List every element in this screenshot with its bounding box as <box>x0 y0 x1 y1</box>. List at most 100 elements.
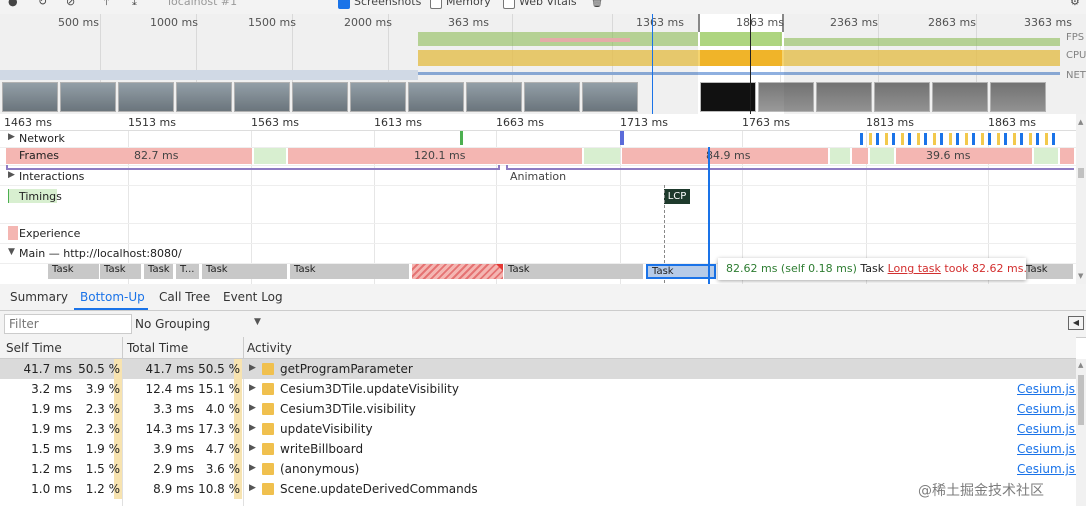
self-time-cell: 1.9 ms <box>31 402 72 416</box>
frames-track[interactable]: ▶ Frames 82.7 ms 120.1 ms 84.9 ms 39.6 m… <box>0 147 1076 166</box>
network-track[interactable]: ▶ Network <box>0 131 1076 148</box>
activity-header[interactable]: Activity <box>247 341 292 355</box>
screenshots-checkbox[interactable] <box>338 0 350 9</box>
frame-duration: 120.1 ms <box>414 149 466 162</box>
self-pct-cell: 50.5 % <box>76 359 122 379</box>
function-category-icon <box>262 423 274 435</box>
total-pct-cell: 50.5 % <box>196 359 242 379</box>
task-block[interactable]: Task <box>48 264 100 279</box>
expand-arrow-icon[interactable]: ▶ <box>249 383 256 393</box>
table-row[interactable]: 1.2 ms 1.5 % 2.9 ms 3.6 % ▶ (anonymous) … <box>0 459 1076 479</box>
interactions-track-label: Interactions <box>19 170 85 183</box>
screenshot-thumbnail <box>118 82 174 112</box>
selected-task-block[interactable]: Task <box>646 264 716 279</box>
timings-track[interactable]: Timings LCP <box>0 185 1076 284</box>
function-category-icon <box>262 383 274 395</box>
self-pct-cell: 1.5 % <box>76 459 122 479</box>
task-block[interactable]: Task <box>504 264 644 279</box>
table-row[interactable]: 41.7 ms 50.5 % 41.7 ms 50.5 % ▶ getProgr… <box>0 359 1076 379</box>
grouping-select[interactable]: No Grouping <box>135 317 210 331</box>
clear-icon[interactable]: ⊘ <box>66 0 75 8</box>
chevron-down-icon[interactable]: ▼ <box>254 317 261 327</box>
source-link[interactable]: Cesium.js:1 <box>1017 402 1076 416</box>
screenshot-thumbnail <box>60 82 116 112</box>
url-select[interactable]: localhost #1 <box>168 0 237 8</box>
screenshot-thumbnail <box>292 82 348 112</box>
self-time-cell: 1.5 ms <box>31 442 72 456</box>
expand-arrow-icon[interactable]: ▶ <box>249 423 256 433</box>
collapse-arrow-icon[interactable]: ▼ <box>8 247 15 257</box>
tracks-scrollbar[interactable]: ▲ ▼ <box>1076 114 1086 284</box>
task-block[interactable]: T... <box>176 264 200 279</box>
sidebar-toggle-icon[interactable]: ◀ <box>1068 316 1084 330</box>
total-time-header[interactable]: Total Time <box>127 341 188 355</box>
settings-gear-icon[interactable]: ⚙ <box>1070 0 1080 8</box>
expand-arrow-icon[interactable]: ▶ <box>249 403 256 413</box>
long-task-block[interactable] <box>412 264 504 279</box>
frames-track-label: Frames <box>19 149 60 162</box>
tab-event-log[interactable]: Event Log <box>223 290 283 304</box>
table-row[interactable]: 3.2 ms 3.9 % 12.4 ms 15.1 % ▶ Cesium3DTi… <box>0 379 1076 399</box>
table-scrollbar[interactable]: ▲ <box>1076 359 1086 506</box>
expand-arrow-icon[interactable]: ▶ <box>249 483 256 493</box>
memory-checkbox[interactable] <box>430 0 442 9</box>
long-task-link[interactable]: Long task <box>888 262 941 275</box>
screenshot-thumbnail <box>990 82 1046 112</box>
source-link[interactable]: Cesium.js:1 <box>1017 462 1076 476</box>
record-icon[interactable]: ● <box>8 0 18 8</box>
task-block[interactable]: Task <box>202 264 288 279</box>
screenshot-thumbnail <box>2 82 58 112</box>
expand-arrow-icon[interactable]: ▶ <box>8 170 15 180</box>
table-row[interactable]: 1.9 ms 2.3 % 14.3 ms 17.3 % ▶ updateVisi… <box>0 419 1076 439</box>
expand-arrow-icon[interactable]: ▶ <box>249 463 256 473</box>
experience-track[interactable]: Experience <box>0 223 1076 244</box>
trash-icon[interactable]: 🗑 <box>590 0 604 8</box>
table-row[interactable]: 1.9 ms 2.3 % 3.3 ms 4.0 % ▶ Cesium3DTile… <box>0 399 1076 419</box>
main-track-label: Main — http://localhost:8080/ <box>19 247 182 260</box>
frame-duration: 82.7 ms <box>134 149 179 162</box>
filter-input[interactable] <box>4 314 132 334</box>
download-icon[interactable]: ⤓ <box>132 0 137 9</box>
cpu-lane-label: CPU <box>1066 50 1086 61</box>
task-block[interactable]: Task <box>100 264 142 279</box>
screenshot-thumbnail <box>758 82 814 112</box>
total-pct-cell: 17.3 % <box>196 419 242 439</box>
source-link[interactable]: Cesium.js:1 <box>1017 422 1076 436</box>
ruler-tick: 1763 ms <box>742 116 790 129</box>
expand-arrow-icon[interactable]: ▶ <box>249 363 256 373</box>
total-time-cell: 3.9 ms <box>153 442 194 456</box>
total-time-cell: 3.3 ms <box>153 402 194 416</box>
expand-arrow-icon[interactable]: ▶ <box>249 443 256 453</box>
watermark: @稀土掘金技术社区 <box>918 483 1044 499</box>
self-pct-cell: 2.3 % <box>76 399 122 419</box>
function-category-icon <box>262 443 274 455</box>
ruler-tick: 1463 ms <box>4 116 52 129</box>
table-row[interactable]: 1.5 ms 1.9 % 3.9 ms 4.7 % ▶ writeBillboa… <box>0 439 1076 459</box>
ruler-tick: 1713 ms <box>620 116 668 129</box>
source-link[interactable]: Cesium.js:1 <box>1017 442 1076 456</box>
lcp-marker[interactable]: LCP <box>664 189 690 204</box>
source-link[interactable]: Cesium.js:1 <box>1017 382 1076 396</box>
net-lane-label: NET <box>1066 70 1086 81</box>
flame-chart[interactable]: ▶ Network ▶ Frames 82.7 ms 120.1 ms 84.9… <box>0 131 1076 284</box>
task-block[interactable]: Task <box>290 264 410 279</box>
timeline-overview[interactable]: 500 ms 1000 ms 1500 ms 2000 ms 363 ms 13… <box>0 14 1086 115</box>
function-category-icon <box>262 483 274 495</box>
details-tabbar: Summary Bottom-Up Call Tree Event Log <box>0 284 1086 311</box>
tab-bottom-up[interactable]: Bottom-Up <box>80 290 145 304</box>
task-block[interactable]: Task <box>144 264 174 279</box>
total-pct-cell: 10.8 % <box>196 479 242 499</box>
ruler-tick: 1563 ms <box>251 116 299 129</box>
upload-icon[interactable]: ⤒ <box>104 0 109 9</box>
interactions-track[interactable]: ▶ Interactions Animation <box>0 165 1076 186</box>
tab-summary[interactable]: Summary <box>10 290 68 304</box>
expand-arrow-icon[interactable]: ▶ <box>8 132 15 142</box>
reload-icon[interactable]: ↻ <box>38 0 47 8</box>
task-block[interactable]: Task <box>1022 264 1074 279</box>
self-time-header[interactable]: Self Time <box>6 341 62 355</box>
table-row[interactable]: 1.0 ms 1.2 % 8.9 ms 10.8 % ▶ Scene.updat… <box>0 479 1076 499</box>
tab-call-tree[interactable]: Call Tree <box>159 290 210 304</box>
webvitals-checkbox[interactable] <box>503 0 515 9</box>
self-time-cell: 1.2 ms <box>31 462 72 476</box>
tooltip-name: Task <box>860 262 885 275</box>
